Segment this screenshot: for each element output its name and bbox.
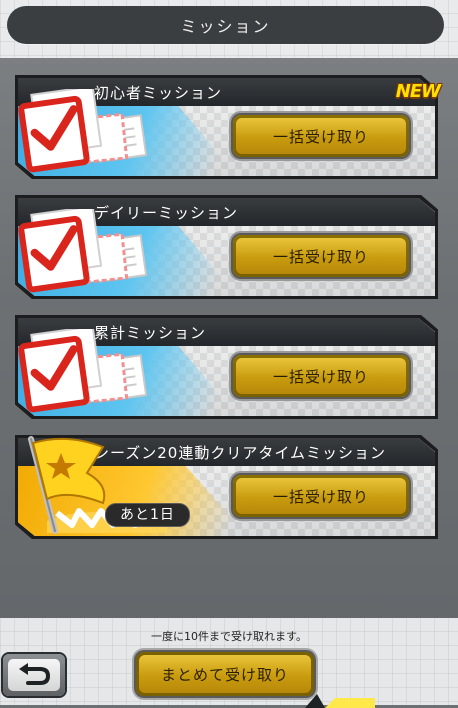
back-button[interactable]: [3, 654, 65, 696]
mail-check-icon: [18, 329, 148, 413]
page-title: ミッション: [7, 6, 444, 44]
mail-check-icon: [18, 89, 148, 173]
mission-list-panel: 初心者ミッション NEW 一括受け取り デイリーミッション 一括受け取り 累計ミ…: [0, 58, 458, 618]
claim-all-button[interactable]: まとめて受け取り: [136, 652, 314, 696]
mail-check-icon: [18, 209, 148, 293]
claim-button[interactable]: 一括受け取り: [233, 355, 409, 397]
claim-button[interactable]: 一括受け取り: [233, 235, 409, 277]
claim-button[interactable]: 一括受け取り: [233, 475, 409, 517]
new-badge: NEW: [395, 81, 441, 102]
footer-bar: 一度に10件まで受け取れます。 まとめて受け取り: [0, 618, 458, 708]
mission-card-beginner: 初心者ミッション NEW 一括受け取り: [15, 75, 441, 179]
mission-card-daily: デイリーミッション 一括受け取り: [15, 195, 438, 299]
mission-card-cumulative: 累計ミッション 一括受け取り: [15, 315, 438, 419]
top-strip: ミッション: [0, 0, 458, 58]
decor-icon: [305, 694, 375, 708]
claim-limit-note: 一度に10件まで受け取れます。: [151, 630, 307, 643]
mission-card-season: シーズン20連動クリアタイムミッション あと1日 一括受け取り: [15, 435, 438, 539]
back-arrow-icon: [19, 663, 51, 685]
claim-button[interactable]: 一括受け取り: [233, 115, 409, 157]
time-remaining-badge: あと1日: [105, 503, 190, 527]
